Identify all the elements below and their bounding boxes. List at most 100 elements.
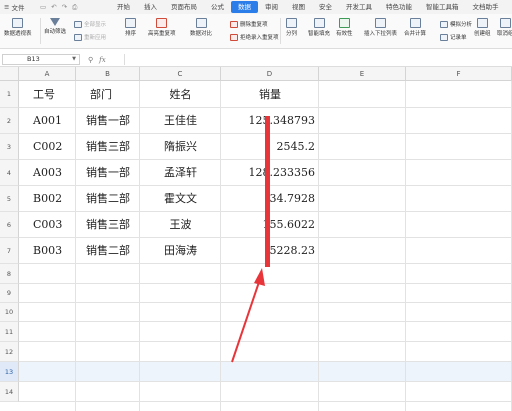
row-header-14[interactable]: 14 xyxy=(0,382,19,402)
row-header-2[interactable]: 2 xyxy=(0,108,19,134)
cell-d1[interactable]: 销量 xyxy=(221,81,319,108)
zoom-icon[interactable]: ⚲ xyxy=(88,56,93,64)
consolidate-button[interactable]: 合并计算 xyxy=(404,18,426,37)
cell-d4[interactable]: 128.233356 xyxy=(221,160,315,186)
cell-d3[interactable]: 2545.2 xyxy=(221,134,316,160)
formula-input[interactable] xyxy=(124,54,512,65)
file-menu[interactable]: ≡ 文件 xyxy=(0,2,40,12)
record-form-label: 记录单 xyxy=(450,35,467,41)
tab-3[interactable]: 公式 xyxy=(204,1,231,13)
split-column-icon xyxy=(286,18,297,28)
tab-1[interactable]: 插入 xyxy=(137,1,164,13)
consolidate-icon xyxy=(409,18,421,28)
divider xyxy=(40,18,41,44)
redo-icon[interactable]: ↷ xyxy=(62,3,67,11)
cell-a5[interactable]: B002 xyxy=(33,186,62,212)
tab-0[interactable]: 开始 xyxy=(110,1,137,13)
highlight-duplicates-button[interactable]: 高亮重复项 xyxy=(148,18,176,37)
cell-b5[interactable]: 销售二部 xyxy=(76,186,140,212)
cell-c3[interactable]: 隋振兴 xyxy=(140,134,221,160)
row-header-6[interactable]: 6 xyxy=(0,212,19,238)
row-header-7[interactable]: 7 xyxy=(0,238,19,264)
create-group-button[interactable]: 创建组 xyxy=(474,18,491,37)
undo-icon[interactable]: ↶ xyxy=(51,3,56,11)
column-header-f[interactable]: F xyxy=(406,67,512,81)
cell-a6[interactable]: C003 xyxy=(33,212,62,238)
row-header-1[interactable]: 1 xyxy=(0,81,19,108)
validity-button[interactable]: 有效性 xyxy=(336,18,353,37)
what-if-analysis-button[interactable]: 模拟分析 xyxy=(440,20,472,28)
tab-11[interactable]: 文档助手 xyxy=(466,1,506,13)
cell-a4[interactable]: A003 xyxy=(33,160,62,186)
cell-c1[interactable]: 姓名 xyxy=(140,81,221,108)
insert-function-button[interactable]: fx xyxy=(99,56,106,64)
cell-b1[interactable]: 部门 xyxy=(90,81,112,108)
cell-a7[interactable]: B003 xyxy=(33,238,62,264)
sort-icon xyxy=(125,18,136,28)
row-header-5[interactable]: 5 xyxy=(0,186,19,212)
tab-8[interactable]: 开发工具 xyxy=(339,1,379,13)
cell-d6[interactable]: 155.6022 xyxy=(221,212,316,238)
row-gridline xyxy=(19,283,512,284)
row-header-13[interactable]: 13 xyxy=(0,362,19,382)
record-form-button[interactable]: 记录单 xyxy=(440,33,467,41)
tab-7[interactable]: 安全 xyxy=(312,1,339,13)
autofilter-button[interactable]: 自动筛选 xyxy=(44,18,66,35)
data-compare-button[interactable]: 数据对比 xyxy=(190,18,212,37)
cell-c2[interactable]: 王佳佳 xyxy=(140,108,221,134)
cell-d2[interactable]: 125.348793 xyxy=(221,108,315,134)
tab-6[interactable]: 视图 xyxy=(285,1,312,13)
ungroup-button[interactable]: 取消组 xyxy=(497,18,512,37)
select-all-corner[interactable] xyxy=(0,67,19,81)
remove-duplicates-button[interactable]: 删除重复项 xyxy=(230,20,268,28)
cell-c5[interactable]: 霍文文 xyxy=(140,186,221,212)
sort-label: 排序 xyxy=(125,31,137,37)
cell-d7[interactable]: 5228.23 xyxy=(221,238,316,264)
highlight-duplicates-label: 高亮重复项 xyxy=(148,31,176,37)
row-header-4[interactable]: 4 xyxy=(0,160,19,186)
cell-a2[interactable]: A001 xyxy=(33,108,62,134)
cell-b7[interactable]: 销售二部 xyxy=(76,238,140,264)
row-header-10[interactable]: 10 xyxy=(0,303,19,322)
sort-button[interactable]: 排序 xyxy=(125,18,136,37)
reject-duplicates-button[interactable]: 拒绝录入重复项 xyxy=(230,33,279,41)
split-column-button[interactable]: 分列 xyxy=(286,18,297,37)
print-icon[interactable]: ⎙ xyxy=(72,3,77,12)
spreadsheet-grid[interactable]: A B C D E F 1 2 3 4 5 6 7 8 9 10 11 12 13 14 工号 部门 姓名 销量 A001 销售一… xyxy=(0,67,512,411)
pivot-table-button[interactable]: 数据透视表 xyxy=(4,18,32,37)
reapply-button[interactable]: 重新应用 xyxy=(74,33,106,41)
column-header-d[interactable]: D xyxy=(221,67,319,81)
save-icon[interactable]: ▭ xyxy=(40,3,46,11)
tab-4[interactable]: 数据 xyxy=(231,1,258,13)
column-header-e[interactable]: E xyxy=(319,67,406,81)
row-header-9[interactable]: 9 xyxy=(0,284,19,303)
tab-9[interactable]: 特色功能 xyxy=(379,1,419,13)
cell-a1[interactable]: 工号 xyxy=(33,81,55,108)
autofilter-label: 自动筛选 xyxy=(44,29,67,35)
cell-c7[interactable]: 田海涛 xyxy=(140,238,221,264)
cell-b3[interactable]: 销售三部 xyxy=(76,134,140,160)
smart-fill-button[interactable]: 智能填充 xyxy=(308,18,330,37)
row-header-8[interactable]: 8 xyxy=(0,264,19,284)
show-all-button[interactable]: 全部显示 xyxy=(74,20,106,28)
column-header-c[interactable]: C xyxy=(140,67,221,81)
cell-d5[interactable]: 34.7928 xyxy=(221,186,316,212)
name-box[interactable]: B13 ▼ xyxy=(2,54,80,65)
cell-b6[interactable]: 销售三部 xyxy=(76,212,140,238)
cell-a3[interactable]: C002 xyxy=(33,134,62,160)
cell-c4[interactable]: 孟泽轩 xyxy=(140,160,221,186)
insert-dropdown-button[interactable]: 插入下拉列表 xyxy=(364,18,397,37)
row-header-12[interactable]: 12 xyxy=(0,342,19,362)
column-header-b[interactable]: B xyxy=(76,67,140,81)
cell-b4[interactable]: 销售一部 xyxy=(76,160,140,186)
row-header-3[interactable]: 3 xyxy=(0,134,19,160)
column-header-a[interactable]: A xyxy=(19,67,76,81)
row-header-11[interactable]: 11 xyxy=(0,322,19,342)
chevron-down-icon[interactable]: ▼ xyxy=(72,55,76,64)
tab-5[interactable]: 审阅 xyxy=(258,1,285,13)
row-gridline xyxy=(19,321,512,322)
cell-c6[interactable]: 王波 xyxy=(140,212,221,238)
tab-2[interactable]: 页面布局 xyxy=(164,1,204,13)
cell-b2[interactable]: 销售一部 xyxy=(76,108,140,134)
tab-10[interactable]: 智能工具箱 xyxy=(419,1,466,13)
